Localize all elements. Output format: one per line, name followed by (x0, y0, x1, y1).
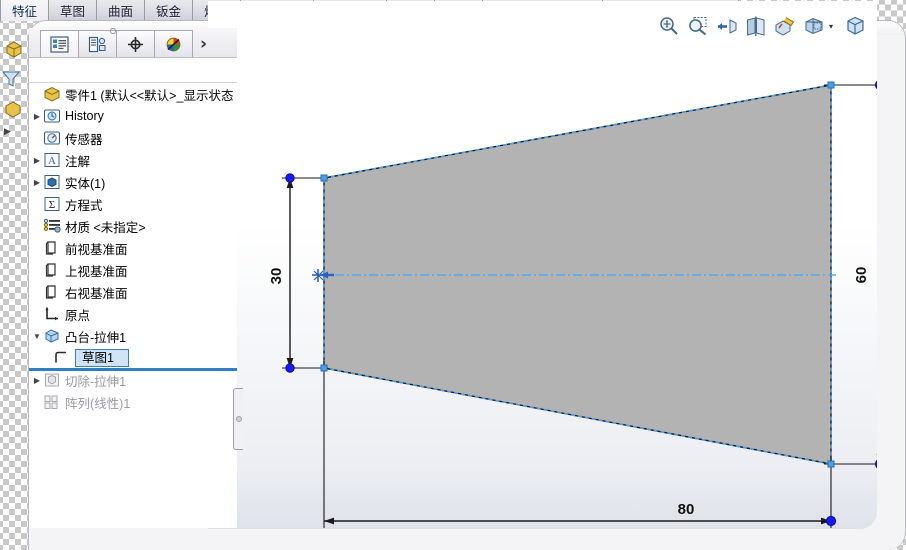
window-chrome-overlay (109, 27, 117, 35)
collapse-dot-icon (109, 27, 117, 35)
